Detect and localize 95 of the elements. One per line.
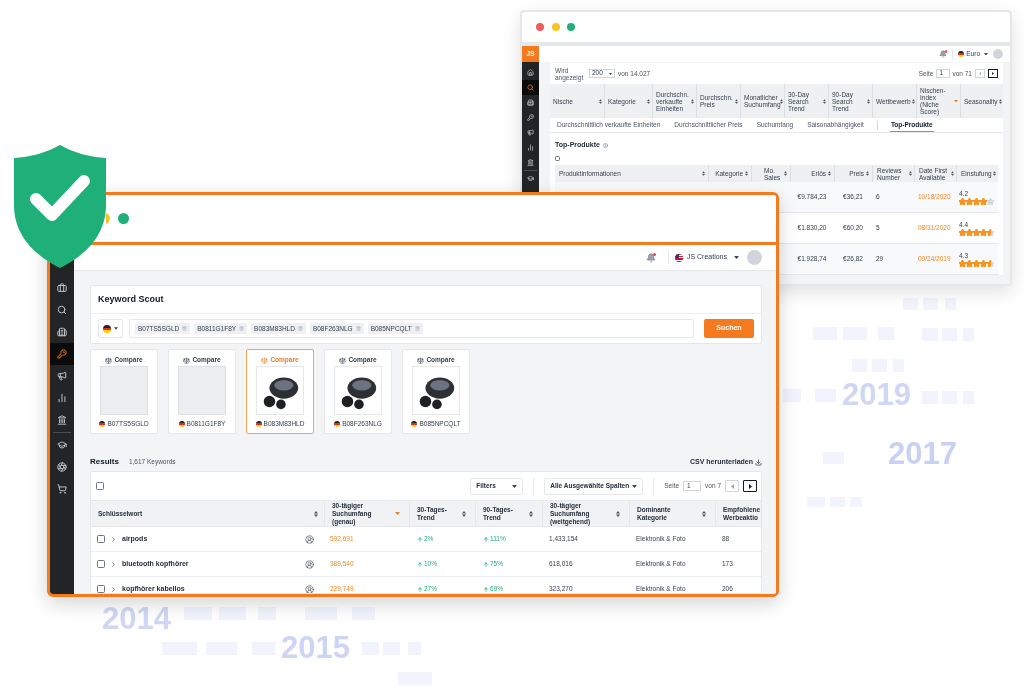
bar-chart-icon [57,393,67,403]
next-page-button[interactable] [743,480,757,492]
landmark-icon [527,159,534,166]
sort-icon[interactable] [784,171,787,176]
flag-icon [255,420,262,427]
caret-icon [632,484,638,488]
flag-icon [178,420,185,427]
placeholder-bar [219,607,246,620]
earbuds-drawing [334,366,382,415]
sort-desc-icon[interactable] [954,99,958,103]
sort-icon[interactable] [462,510,466,517]
key-icon [527,114,534,121]
notification-bell-icon[interactable] [645,252,656,263]
sort-icon[interactable] [993,171,996,176]
earbuds-drawing [256,366,304,415]
card-title: Keyword Scout [98,292,164,306]
sort-icon[interactable] [702,171,705,176]
sort-icon[interactable] [529,510,533,517]
chevron-right-icon[interactable] [110,585,117,593]
checkbox[interactable] [96,482,104,490]
caret-icon [114,327,118,330]
scale-icon [339,356,347,364]
caret-icon [609,72,612,75]
scale-icon [261,356,269,364]
caret-icon [734,256,739,259]
results-title: Results [90,456,119,468]
checkbox[interactable] [555,155,560,161]
search-icon [527,84,534,91]
sort-icon[interactable] [867,98,870,104]
graduation-cap-icon [57,440,67,450]
sort-icon[interactable] [691,98,694,104]
placeholder-bar [352,607,375,620]
placeholder-bar [258,607,276,620]
caret-right-icon [992,72,994,75]
caret-icon [512,484,518,488]
bar-chart-icon [527,144,534,151]
sort-icon[interactable] [702,510,706,517]
image-placeholder [100,366,148,415]
checkbox[interactable] [97,560,105,568]
caret-icon [984,52,988,56]
cart-icon [57,484,67,494]
house-icon [527,69,534,76]
user-circle-icon[interactable] [305,534,314,544]
sort-icon[interactable] [866,171,869,176]
flag-icon [99,420,106,427]
key-icon [57,349,67,359]
sort-icon[interactable] [647,98,650,104]
scale-icon [417,356,425,364]
chevron-right-icon[interactable] [110,560,117,568]
flag-icon [334,420,341,427]
placeholder-bar [783,389,801,402]
search-icon [57,305,67,315]
earbuds-drawing [412,366,460,415]
marketplace-dropdown[interactable] [98,319,123,338]
sort-icon[interactable] [951,171,954,176]
image-placeholder [178,366,226,415]
sort-icon[interactable] [998,98,1002,104]
checkbox[interactable] [97,585,105,593]
flag-icon [411,420,418,427]
placeholder-bar [184,607,212,620]
sort-icon[interactable] [745,171,748,176]
sort-icon[interactable] [911,98,915,104]
user-circle-icon[interactable] [305,584,314,593]
caret-right-icon [748,483,752,489]
building-icon [57,327,67,337]
sort-icon[interactable] [599,98,602,104]
scale-icon [105,356,113,364]
notification-bell-icon[interactable] [939,50,948,58]
download-icon [755,458,762,466]
briefcase-icon [57,283,67,293]
landmark-icon [57,415,67,425]
user-circle-icon[interactable] [305,559,314,569]
placeholder-bar [305,607,337,620]
caret-left-icon [730,483,734,489]
megaphone-icon [527,129,534,136]
sort-icon[interactable] [314,510,318,517]
next-page-button[interactable] [988,69,998,78]
sort-icon[interactable] [909,171,912,176]
chevron-right-icon[interactable] [110,535,117,543]
flag-icon [674,253,683,262]
checkbox[interactable] [97,535,105,543]
sort-icon[interactable] [735,98,738,104]
graduation-cap-icon [527,175,534,182]
flag-icon [958,51,965,57]
flag-icon [103,324,111,333]
aperture-icon [57,462,67,472]
sort-desc-icon[interactable] [395,512,400,515]
megaphone-icon [57,371,67,381]
scale-icon [183,356,191,364]
caret-left-icon [979,72,981,75]
sort-icon[interactable] [616,510,620,517]
sort-icon[interactable] [823,98,826,104]
sort-icon[interactable] [828,171,831,176]
sort-icon[interactable] [780,98,783,104]
building-icon [527,99,534,106]
